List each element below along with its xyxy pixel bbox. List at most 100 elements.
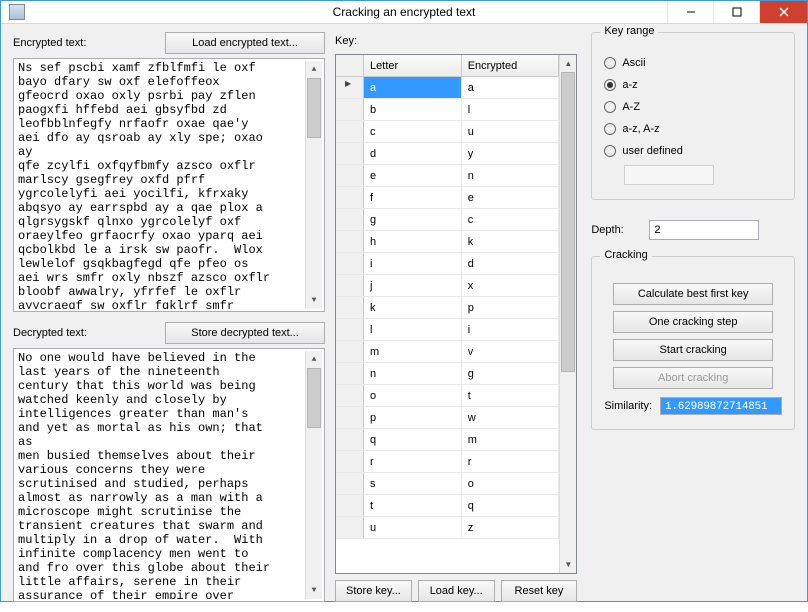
calc-first-key-button[interactable]: Calculate best first key	[613, 283, 773, 305]
table-row[interactable]: kp	[336, 297, 559, 319]
row-header[interactable]	[336, 363, 364, 384]
load-key-button[interactable]: Load key...	[418, 580, 495, 602]
table-row[interactable]: cu	[336, 121, 559, 143]
cell-encrypted[interactable]: u	[462, 121, 560, 142]
cell-encrypted[interactable]: x	[462, 275, 560, 296]
load-encrypted-button[interactable]: Load encrypted text...	[165, 32, 325, 54]
table-row[interactable]: tq	[336, 495, 559, 517]
cell-letter[interactable]: p	[364, 407, 462, 428]
row-header[interactable]	[336, 319, 364, 340]
cell-letter[interactable]: d	[364, 143, 462, 164]
table-row[interactable]: qm	[336, 429, 559, 451]
row-header[interactable]	[336, 341, 364, 362]
close-button[interactable]	[759, 1, 807, 23]
table-row[interactable]: hk	[336, 231, 559, 253]
scroll-thumb[interactable]	[561, 72, 575, 372]
abort-cracking-button[interactable]: Abort cracking	[613, 367, 773, 389]
store-decrypted-button[interactable]: Store decrypted text...	[165, 322, 325, 344]
row-header[interactable]	[336, 495, 364, 516]
row-header[interactable]	[336, 253, 364, 274]
table-row[interactable]: rr	[336, 451, 559, 473]
cell-letter[interactable]: j	[364, 275, 462, 296]
col-letter[interactable]: Letter	[364, 55, 462, 76]
cell-encrypted[interactable]: e	[462, 187, 560, 208]
table-row[interactable]: pw	[336, 407, 559, 429]
scroll-up-icon[interactable]: ▲	[560, 55, 576, 72]
radio-a-z-a-z[interactable]: a-z, A-z	[604, 119, 782, 139]
depth-input[interactable]	[649, 220, 759, 240]
cell-encrypted[interactable]: y	[462, 143, 560, 164]
cell-encrypted[interactable]: a	[462, 77, 560, 98]
cell-letter[interactable]: a	[364, 77, 462, 98]
table-row[interactable]: en	[336, 165, 559, 187]
cell-encrypted[interactable]: l	[462, 99, 560, 120]
cell-encrypted[interactable]: k	[462, 231, 560, 252]
cell-letter[interactable]: s	[364, 473, 462, 494]
store-key-button[interactable]: Store key...	[335, 580, 412, 602]
cell-letter[interactable]: m	[364, 341, 462, 362]
cell-encrypted[interactable]: g	[462, 363, 560, 384]
table-row[interactable]: id	[336, 253, 559, 275]
scroll-thumb[interactable]	[307, 368, 321, 428]
cell-letter[interactable]: b	[364, 99, 462, 120]
cell-encrypted[interactable]: p	[462, 297, 560, 318]
cell-letter[interactable]: k	[364, 297, 462, 318]
maximize-button[interactable]	[713, 1, 759, 23]
cell-letter[interactable]: h	[364, 231, 462, 252]
table-row[interactable]: gc	[336, 209, 559, 231]
cell-encrypted[interactable]: w	[462, 407, 560, 428]
cell-encrypted[interactable]: d	[462, 253, 560, 274]
scroll-up-icon[interactable]: ▲	[306, 351, 322, 368]
decrypted-textarea[interactable]: No one would have believed in the last y…	[13, 348, 325, 602]
row-header[interactable]: ▶	[336, 77, 364, 98]
radio-user-defined[interactable]: user defined	[604, 141, 782, 161]
cell-encrypted[interactable]: i	[462, 319, 560, 340]
scroll-down-icon[interactable]: ▼	[560, 556, 576, 573]
cell-encrypted[interactable]: m	[462, 429, 560, 450]
table-row[interactable]: bl	[336, 99, 559, 121]
row-header[interactable]	[336, 231, 364, 252]
radio-ascii[interactable]: Ascii	[604, 53, 782, 73]
scroll-down-icon[interactable]: ▼	[306, 292, 322, 309]
table-row[interactable]: ot	[336, 385, 559, 407]
row-header[interactable]	[336, 121, 364, 142]
cell-encrypted[interactable]: r	[462, 451, 560, 472]
one-step-button[interactable]: One cracking step	[613, 311, 773, 333]
cell-encrypted[interactable]: v	[462, 341, 560, 362]
encrypted-textarea[interactable]: Ns sef pscbi xamf zfblfmfi le oxf bayo d…	[13, 58, 325, 312]
cell-encrypted[interactable]: c	[462, 209, 560, 230]
scroll-up-icon[interactable]: ▲	[306, 61, 322, 78]
table-row[interactable]: dy	[336, 143, 559, 165]
table-row[interactable]: mv	[336, 341, 559, 363]
cell-encrypted[interactable]: z	[462, 517, 560, 538]
table-row[interactable]: fe	[336, 187, 559, 209]
row-header[interactable]	[336, 187, 364, 208]
radio-a-z[interactable]: A-Z	[604, 97, 782, 117]
cell-letter[interactable]: o	[364, 385, 462, 406]
cell-encrypted[interactable]: n	[462, 165, 560, 186]
row-header[interactable]	[336, 297, 364, 318]
cell-encrypted[interactable]: q	[462, 495, 560, 516]
col-encrypted[interactable]: Encrypted	[462, 55, 560, 76]
row-header[interactable]	[336, 451, 364, 472]
table-row[interactable]: uz	[336, 517, 559, 539]
row-header[interactable]	[336, 275, 364, 296]
decrypted-scrollbar[interactable]: ▲ ▼	[305, 351, 322, 599]
table-row[interactable]: ▶aa	[336, 77, 559, 99]
minimize-button[interactable]	[667, 1, 713, 23]
row-header[interactable]	[336, 407, 364, 428]
row-header[interactable]	[336, 209, 364, 230]
cell-letter[interactable]: c	[364, 121, 462, 142]
row-header[interactable]	[336, 165, 364, 186]
row-header[interactable]	[336, 385, 364, 406]
cell-encrypted[interactable]: t	[462, 385, 560, 406]
cell-letter[interactable]: n	[364, 363, 462, 384]
key-grid[interactable]: Letter Encrypted ▶aablcudyenfegchkidjxkp…	[335, 54, 577, 574]
scroll-thumb[interactable]	[307, 78, 321, 138]
cell-letter[interactable]: u	[364, 517, 462, 538]
scroll-down-icon[interactable]: ▼	[306, 582, 322, 599]
row-header[interactable]	[336, 473, 364, 494]
table-row[interactable]: so	[336, 473, 559, 495]
cell-letter[interactable]: e	[364, 165, 462, 186]
reset-key-button[interactable]: Reset key	[501, 580, 578, 602]
